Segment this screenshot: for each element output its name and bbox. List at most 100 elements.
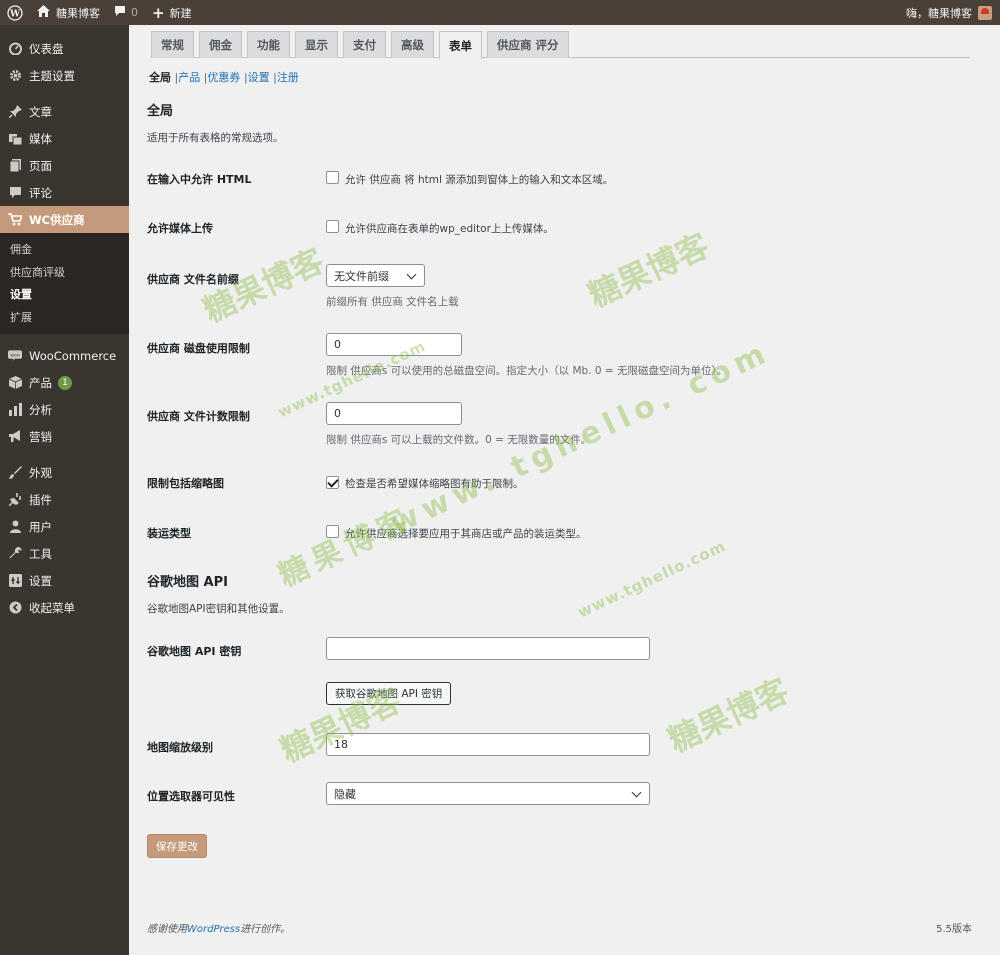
plus-icon: + <box>152 3 165 22</box>
menu-media[interactable]: 媒体 <box>0 125 129 152</box>
svg-text:W: W <box>9 9 21 19</box>
maps-api-key-input[interactable] <box>326 637 650 660</box>
menu-label: 工具 <box>29 546 52 561</box>
section-title-global: 全局 <box>147 104 174 119</box>
location-picker-value: 隐藏 <box>334 787 356 801</box>
update-count-badge: 1 <box>58 375 72 390</box>
menu-pages[interactable]: 页面 <box>0 152 129 179</box>
tab-payments[interactable]: 支付 <box>343 31 386 58</box>
plugin-icon <box>8 493 22 507</box>
menu-posts[interactable]: 文章 <box>0 98 129 125</box>
svg-text:woo: woo <box>10 353 20 358</box>
allow-html-label: 在输入中允许 HTML <box>147 173 252 186</box>
page-icon <box>8 159 22 173</box>
location-picker-select[interactable]: 隐藏 <box>326 782 650 805</box>
box-icon <box>8 376 22 390</box>
save-changes-button[interactable]: 保存更改 <box>147 834 207 858</box>
menu-label: 分析 <box>29 402 52 417</box>
subnav-global[interactable]: 全局 <box>149 71 171 84</box>
site-name-link[interactable]: 糖果博客 <box>30 0 107 25</box>
new-content-link[interactable]: + 新建 <box>145 0 199 25</box>
subnav-coupons[interactable]: 优惠券 <box>207 71 240 84</box>
menu-settings[interactable]: 设置 <box>0 567 129 594</box>
disk-limit-input[interactable]: 0 <box>326 333 462 356</box>
allow-media-checkbox[interactable] <box>326 220 339 233</box>
file-count-value: 0 <box>334 407 341 420</box>
file-prefix-label: 供应商 文件名前缀 <box>147 273 239 286</box>
map-zoom-input[interactable]: 18 <box>326 733 650 756</box>
menu-label: 文章 <box>29 104 52 119</box>
avatar <box>978 5 992 20</box>
wordpress-link[interactable]: WordPress <box>187 924 240 935</box>
media-icon <box>8 132 22 146</box>
get-maps-api-key-button[interactable]: 获取谷歌地图 API 密钥 <box>326 682 452 705</box>
file-count-description: 限制 供应商s 可以上载的文件数。0 = 无限数量的文件。 <box>326 434 592 446</box>
tab-forms[interactable]: 表单 <box>439 31 482 59</box>
admin-sidebar: 仪表盘 主题设置 文章 媒体 页面 评论 WC供应商 佣金 供应商评级 设置 扩… <box>0 25 129 955</box>
menu-dashboard[interactable]: 仪表盘 <box>0 35 129 62</box>
tab-display[interactable]: 显示 <box>295 31 338 58</box>
menu-tools[interactable]: 工具 <box>0 540 129 567</box>
my-account-link[interactable]: 嗨，糖果博客 <box>899 0 1000 25</box>
disk-limit-label: 供应商 磁盘使用限制 <box>147 342 250 355</box>
tab-vendor-ratings[interactable]: 供应商 评分 <box>487 31 569 58</box>
menu-label: 设置 <box>29 573 52 588</box>
admin-bar: W 糖果博客 0 + 新建 嗨，糖果博客 <box>0 0 1000 25</box>
menu-appearance[interactable]: 外观 <box>0 459 129 486</box>
pin-icon <box>8 105 22 119</box>
comments-count: 0 <box>131 6 138 19</box>
thumbnails-checkbox[interactable] <box>326 476 339 489</box>
file-prefix-select[interactable]: 无文件前缀 <box>326 264 425 287</box>
menu-label: 页面 <box>29 158 52 173</box>
menu-collapse[interactable]: 收起菜单 <box>0 594 129 621</box>
wrench-icon <box>8 547 22 561</box>
footer-prefix: 感谢使用 <box>147 924 187 935</box>
menu-label: WooCommerce <box>29 348 117 363</box>
menu-products[interactable]: 产品 1 <box>0 369 129 396</box>
greeting: 嗨，糖果博客 <box>906 6 972 20</box>
allow-html-checkbox[interactable] <box>326 171 339 184</box>
thumbnails-description: 检查是否希望媒体缩略图有助于限制。 <box>345 478 524 490</box>
settings-tabs: 常规 佣金 功能 显示 支付 高级 表单 供应商 评分 <box>151 31 970 59</box>
comments-link[interactable]: 0 <box>107 0 145 25</box>
menu-theme-settings[interactable]: 主题设置 <box>0 62 129 89</box>
shipping-checkbox[interactable] <box>326 525 339 538</box>
submenu-extensions[interactable]: 扩展 <box>0 306 129 329</box>
section-subnav: 全局 |产品 |优惠券 |设置 |注册 <box>149 69 299 85</box>
menu-comments[interactable]: 评论 <box>0 179 129 206</box>
submenu-commissions[interactable]: 佣金 <box>0 238 129 261</box>
menu-woocommerce[interactable]: woo WooCommerce <box>0 342 129 369</box>
menu-plugins[interactable]: 插件 <box>0 486 129 513</box>
tab-commission[interactable]: 佣金 <box>199 31 242 58</box>
menu-label: 收起菜单 <box>29 600 75 615</box>
menu-marketing[interactable]: 营销 <box>0 423 129 450</box>
allow-html-description: 允许 供应商 将 html 源添加到窗体上的输入和文本区域。 <box>345 174 614 186</box>
file-prefix-value: 无文件前缀 <box>334 269 389 283</box>
user-icon <box>8 520 22 534</box>
subnav-products[interactable]: 产品 <box>178 71 200 84</box>
menu-label: 营销 <box>29 429 52 444</box>
footer-suffix: 进行创作。 <box>240 924 291 935</box>
tab-capabilities[interactable]: 功能 <box>247 31 290 58</box>
submenu-settings[interactable]: 设置 <box>0 283 129 306</box>
subnav-registration[interactable]: 注册 <box>277 71 299 84</box>
menu-label: 主题设置 <box>29 68 75 83</box>
section-desc-maps: 谷歌地图API密钥和其他设置。 <box>147 603 290 615</box>
wordpress-logo-icon[interactable]: W <box>0 0 30 25</box>
menu-wc-vendors[interactable]: WC供应商 <box>0 206 129 233</box>
menu-analytics[interactable]: 分析 <box>0 396 129 423</box>
tab-general[interactable]: 常规 <box>151 31 194 58</box>
menu-label: 媒体 <box>29 131 52 146</box>
file-count-label: 供应商 文件计数限制 <box>147 410 250 423</box>
menu-label: WC供应商 <box>29 212 85 227</box>
tab-advanced[interactable]: 高级 <box>391 31 434 58</box>
cart-icon <box>8 213 22 227</box>
megaphone-icon <box>8 430 22 444</box>
submenu-vendor-ratings[interactable]: 供应商评级 <box>0 261 129 284</box>
footer-version: 5.5版本 <box>936 924 972 935</box>
menu-users[interactable]: 用户 <box>0 513 129 540</box>
subnav-settings[interactable]: 设置 <box>248 71 270 84</box>
collapse-icon <box>8 601 22 615</box>
allow-media-label: 允许媒体上传 <box>147 222 213 235</box>
file-count-input[interactable]: 0 <box>326 402 462 425</box>
